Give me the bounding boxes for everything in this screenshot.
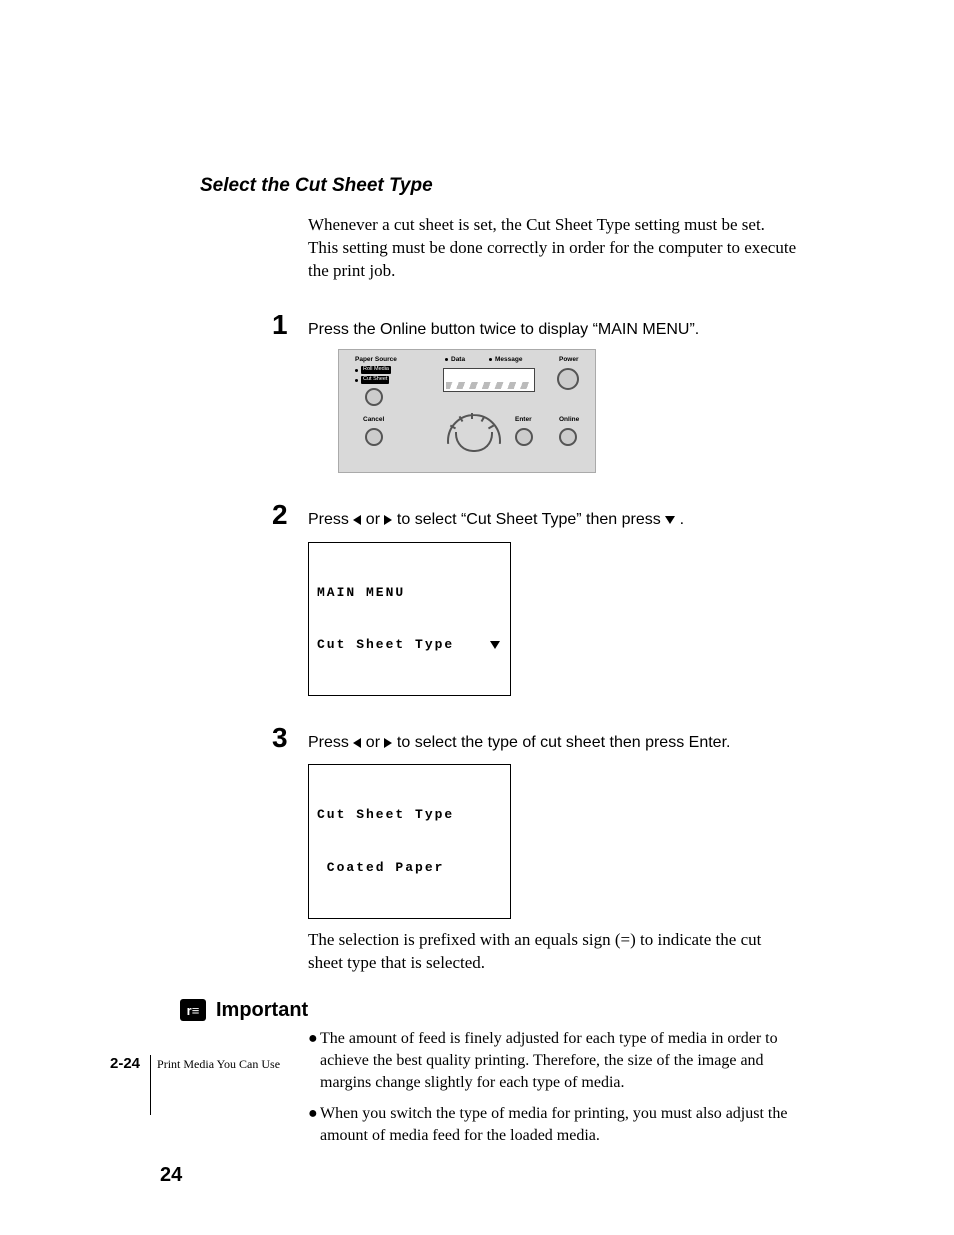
lcd-line: Cut Sheet Type	[317, 806, 502, 824]
bullet-icon: ●	[308, 1103, 320, 1148]
button-ring-icon	[365, 428, 383, 446]
down-arrow-icon	[490, 641, 500, 649]
step-text: Press or to select the type of cut sheet…	[308, 732, 730, 754]
step-number: 2	[272, 501, 308, 529]
bullet-text: When you switch the type of media for pr…	[320, 1103, 799, 1148]
left-arrow-icon	[353, 515, 361, 525]
right-arrow-icon	[384, 738, 392, 748]
bullet-icon: ●	[308, 1028, 320, 1095]
selection-note: The selection is prefixed with an equals…	[308, 929, 799, 975]
lcd-display-2: Cut Sheet Type Coated Paper	[308, 764, 511, 918]
text-frag: Press	[308, 734, 353, 751]
text-frag: .	[680, 511, 684, 528]
button-ring-icon	[365, 388, 383, 406]
button-ring-icon	[515, 428, 533, 446]
lcd-line: Cut Sheet Type	[317, 636, 454, 654]
button-ring-icon	[559, 428, 577, 446]
text-frag: Press	[308, 511, 353, 528]
right-arrow-icon	[384, 515, 392, 525]
step-text: Press or to select “Cut Sheet Type” then…	[308, 509, 684, 531]
lcd-line: Coated Paper	[317, 859, 502, 877]
footer-caption: Print Media You Can Use	[157, 1055, 280, 1115]
page-number: 2-24	[110, 1055, 148, 1115]
label-power: Power	[559, 356, 579, 363]
intro-paragraph: Whenever a cut sheet is set, the Cut She…	[308, 214, 799, 283]
step-text: Press the Online button twice to display…	[308, 319, 699, 341]
important-heading: r≡ Important	[180, 999, 799, 1022]
lcd-line: MAIN MENU	[317, 584, 502, 602]
led-dot-icon	[355, 369, 358, 372]
text-frag: or	[366, 511, 385, 528]
label-message: Message	[495, 356, 522, 363]
label-paper-source: Paper Source	[355, 356, 397, 363]
text-frag: to select “Cut Sheet Type” then press	[397, 511, 665, 528]
tag-cut-sheet: Cut Sheet	[361, 376, 389, 384]
corner-page-number: 24	[160, 1164, 182, 1187]
control-panel-figure: Paper Source Roll Media Cut Sheet Cancel…	[308, 349, 799, 473]
tag-roll-media: Roll Media	[361, 366, 391, 374]
label-enter: Enter	[515, 416, 532, 423]
important-icon: r≡	[180, 999, 206, 1021]
text-frag: or	[366, 734, 385, 751]
led-dot-icon	[355, 379, 358, 382]
power-button-icon	[557, 368, 579, 390]
page-footer: 2-24 Print Media You Can Use	[110, 1055, 280, 1115]
label-data: Data	[451, 356, 465, 363]
lcd-display-1: MAIN MENU Cut Sheet Type	[308, 542, 511, 696]
down-arrow-icon	[665, 516, 675, 524]
lcd-screen-icon	[443, 368, 535, 392]
bullet-text: The amount of feed is finely adjusted fo…	[320, 1028, 799, 1095]
step-number: 3	[272, 724, 308, 752]
left-arrow-icon	[353, 738, 361, 748]
label-online: Online	[559, 416, 579, 423]
step-2: 2 Press or to select “Cut Sheet Type” th…	[200, 501, 799, 531]
dial-icon	[447, 414, 497, 456]
step-number: 1	[272, 311, 308, 339]
section-heading: Select the Cut Sheet Type	[200, 175, 799, 197]
text-frag: to select the type of cut sheet then pre…	[397, 734, 731, 751]
important-bullets: ● The amount of feed is finely adjusted …	[308, 1028, 799, 1148]
label-cancel: Cancel	[363, 416, 384, 423]
important-label: Important	[216, 999, 308, 1022]
footer-divider	[150, 1055, 151, 1115]
step-1: 1 Press the Online button twice to displ…	[200, 311, 799, 341]
step-3: 3 Press or to select the type of cut she…	[200, 724, 799, 754]
led-dot-icon	[445, 358, 448, 361]
led-dot-icon	[489, 358, 492, 361]
